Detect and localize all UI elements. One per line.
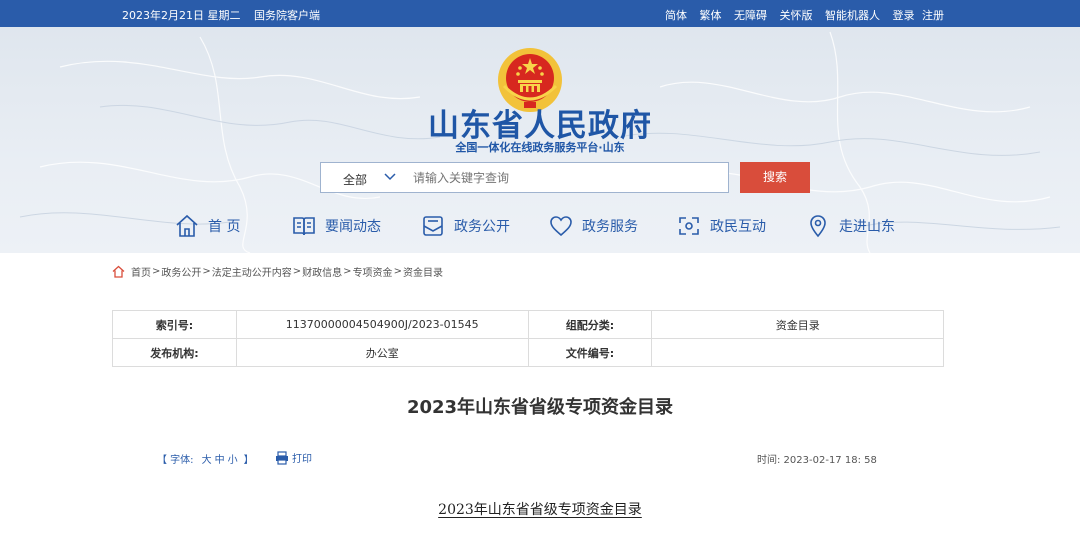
- font-size-close: 】: [243, 455, 254, 466]
- search-input[interactable]: [413, 167, 713, 189]
- search-scope-select[interactable]: 全部: [343, 171, 367, 188]
- nav-home[interactable]: 首 页: [174, 211, 240, 241]
- register-link[interactable]: 注册: [922, 9, 944, 22]
- breadcrumb-special-funds[interactable]: 专项资金: [353, 264, 393, 279]
- current-date: 2023年2月21日 星期二: [122, 9, 241, 22]
- font-size-large[interactable]: 大: [202, 451, 212, 466]
- nav-about-shandong-label: 走进山东: [839, 219, 895, 235]
- font-size-medium[interactable]: 中: [215, 451, 225, 466]
- search-button[interactable]: 搜索: [740, 162, 810, 193]
- print-button[interactable]: 打印: [275, 450, 312, 465]
- article-title: 2023年山东省省级专项资金目录: [406, 397, 674, 418]
- top-bar: 2023年2月21日 星期二 国务院客户端 简体 繁体 无障碍 关怀版 智能机器…: [0, 0, 1080, 27]
- care-mode-link[interactable]: 关怀版: [780, 9, 813, 22]
- print-label: 打印: [292, 454, 312, 465]
- nav-gov-service[interactable]: 政务服务: [548, 211, 638, 241]
- font-size-controls: 【 字体: 大 中 小 】: [157, 451, 254, 466]
- nav-home-label: 首 页: [208, 219, 241, 235]
- robot-link[interactable]: 智能机器人: [825, 9, 880, 22]
- breadcrumb-finance[interactable]: 财政信息: [302, 264, 342, 279]
- docno-value: [651, 338, 944, 367]
- body-heading-text: 2023年山东省省级专项资金目录: [438, 502, 642, 518]
- breadcrumb-gov-open[interactable]: 政务公开: [161, 264, 201, 279]
- nav-interaction-label: 政民互动: [710, 219, 766, 235]
- home-icon: [112, 265, 125, 278]
- index-label: 索引号:: [112, 310, 237, 339]
- nav-gov-open-label: 政务公开: [454, 219, 510, 235]
- breadcrumb-fund-catalog[interactable]: 资金目录: [403, 264, 443, 279]
- document-meta-table: 索引号: 11370000004504900J/2023-01545 组配分类:…: [112, 310, 944, 367]
- category-value: 资金目录: [651, 310, 944, 339]
- mailbox-icon: [423, 216, 443, 236]
- main-nav: 首 页 要闻动态 政务公开 政务服务 政民互动 走进山东: [0, 211, 1080, 245]
- topbar-left: 2023年2月21日 星期二 国务院客户端: [122, 7, 330, 23]
- printer-icon: [276, 450, 288, 465]
- breadcrumb: 首页 > 政务公开 > 法定主动公开内容 > 财政信息 > 专项资金 > 资金目录: [112, 264, 443, 279]
- location-icon: [810, 215, 826, 238]
- table-row: 索引号: 11370000004504900J/2023-01545 组配分类:…: [112, 310, 944, 339]
- font-size-label: 【 字体:: [157, 455, 194, 466]
- home-icon: [176, 214, 198, 237]
- breadcrumb-home[interactable]: 首页: [131, 264, 151, 279]
- publisher-label: 发布机构:: [112, 338, 237, 367]
- accessibility-link[interactable]: 无障碍: [734, 9, 767, 22]
- docno-label: 文件编号:: [527, 338, 653, 367]
- breadcrumb-statutory[interactable]: 法定主动公开内容: [212, 264, 292, 279]
- nav-gov-service-label: 政务服务: [582, 219, 638, 235]
- font-size-small[interactable]: 小: [228, 451, 238, 466]
- book-icon: [293, 217, 315, 236]
- nav-news[interactable]: 要闻动态: [291, 211, 381, 241]
- publish-time: 时间: 2023-02-17 18: 58: [757, 455, 877, 466]
- interaction-icon: [679, 217, 699, 235]
- topbar-links: 简体 繁体 无障碍 关怀版 智能机器人 登录 注册: [656, 7, 944, 23]
- state-council-client-link[interactable]: 国务院客户端: [254, 9, 320, 22]
- search-box: 全部: [320, 162, 729, 193]
- table-row: 发布机构: 办公室 文件编号:: [112, 338, 944, 367]
- nav-about-shandong[interactable]: 走进山东: [805, 211, 895, 241]
- nav-gov-open[interactable]: 政务公开: [420, 211, 510, 241]
- nav-news-label: 要闻动态: [325, 219, 381, 235]
- site-subtitle: 全国一体化在线政务服务平台·山东: [455, 141, 625, 154]
- simplified-link[interactable]: 简体: [665, 9, 687, 22]
- body-heading: 2023年山东省省级专项资金目录: [0, 499, 1080, 519]
- category-label: 组配分类:: [527, 310, 653, 339]
- publisher-value: 办公室: [235, 338, 529, 367]
- chevron-down-icon[interactable]: [383, 170, 397, 184]
- index-value: 11370000004504900J/2023-01545: [235, 310, 529, 339]
- traditional-link[interactable]: 繁体: [700, 9, 722, 22]
- login-link[interactable]: 登录: [893, 9, 915, 22]
- header-banner: 山东省人民政府 全国一体化在线政务服务平台·山东 全部 搜索 首 页 要闻动态: [0, 27, 1080, 253]
- nav-interaction[interactable]: 政民互动: [676, 211, 766, 241]
- heart-icon: [550, 216, 572, 237]
